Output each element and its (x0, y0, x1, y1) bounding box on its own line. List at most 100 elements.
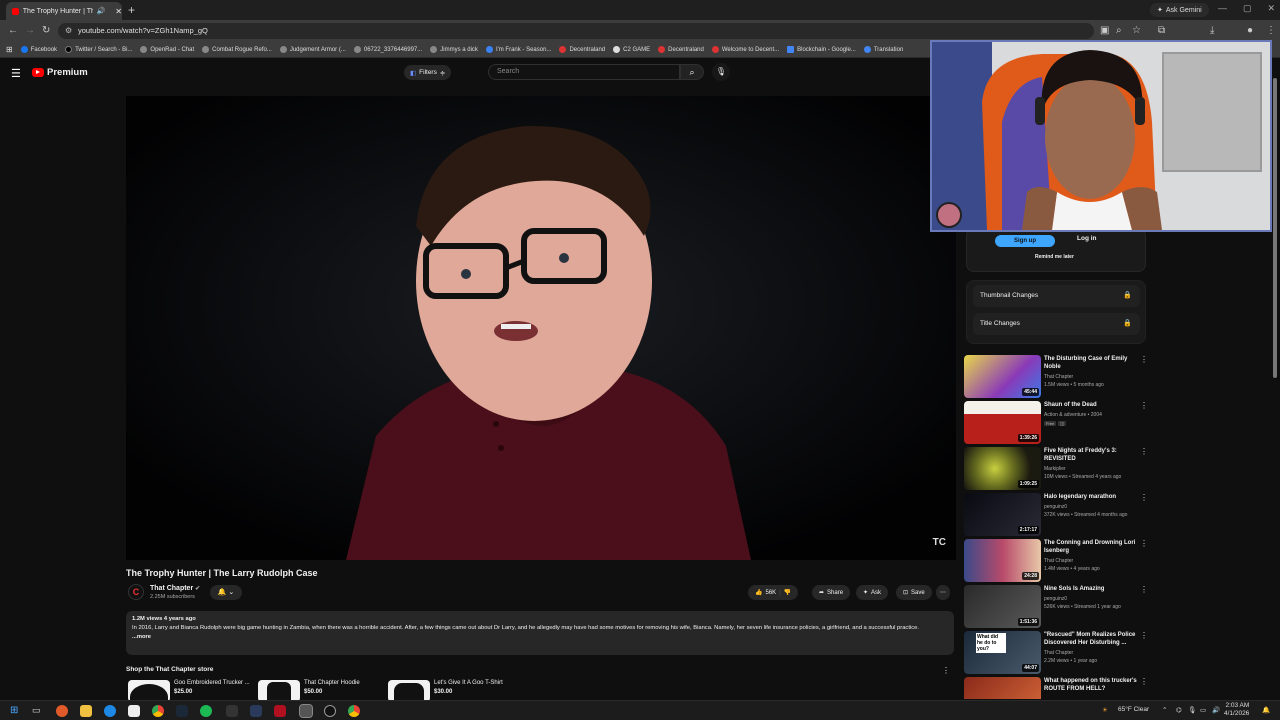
rec-menu-icon[interactable]: ⋮ (1140, 631, 1148, 640)
store-icon[interactable] (128, 705, 140, 717)
show-more-link[interactable]: ...more (132, 633, 948, 642)
more-actions-button[interactable]: ⋯ (936, 585, 950, 600)
file-explorer-icon[interactable] (80, 705, 92, 717)
windows-start-icon[interactable]: ⊞ (10, 705, 22, 717)
task-view-icon[interactable]: ▭ (32, 705, 44, 717)
scrollbar-thumb[interactable] (1273, 78, 1277, 378)
chrome-icon[interactable] (348, 705, 360, 717)
network-icon[interactable]: ⌬ (1176, 706, 1182, 714)
minimize-button[interactable]: — (1218, 3, 1227, 14)
channel-watermark[interactable]: TC (933, 537, 946, 548)
edge-icon[interactable] (104, 705, 116, 717)
obs-icon[interactable] (299, 704, 313, 718)
recommendation-item[interactable]: 24:28 The Conning and Drowning Lori Isen… (964, 539, 1154, 583)
apps-icon[interactable]: ⊞ (6, 45, 13, 54)
clock[interactable]: 2:03 AM 4/1/2026 (1224, 702, 1249, 718)
bookmark-item[interactable]: Translation (863, 46, 903, 53)
close-tab-icon[interactable]: ✕ (115, 7, 122, 16)
notification-icon[interactable]: 🔔 (1262, 706, 1270, 714)
reload-icon[interactable]: ↻ (42, 25, 50, 36)
bookmark-item[interactable]: Facebook (20, 46, 57, 53)
app-icon[interactable] (250, 705, 262, 717)
maximize-button[interactable]: ▢ (1243, 3, 1252, 14)
recommendation-item[interactable]: 45:44 The Disturbing Case of Emily Noble… (964, 355, 1154, 399)
steam-icon[interactable] (176, 705, 188, 717)
forward-icon[interactable]: → (25, 25, 35, 36)
remind-later-link[interactable]: Remind me later (1035, 254, 1074, 260)
weather-text[interactable]: 65°F Clear (1118, 706, 1149, 713)
rec-menu-icon[interactable]: ⋮ (1140, 401, 1148, 410)
browser-menu-icon[interactable]: ⋮ (1266, 25, 1276, 36)
shop-item[interactable]: Goo Embroidered Trucker ... $25.00 (128, 680, 250, 702)
channel-avatar[interactable]: C (128, 584, 144, 600)
zoom-icon[interactable]: ⌕ (1116, 25, 1122, 36)
recommendation-item[interactable]: 2:17:17 Halo legendary marathon penguinz… (964, 493, 1154, 537)
shop-item[interactable]: That Chapter Hoodie $50.00 (258, 680, 360, 702)
video-player[interactable]: TC (126, 96, 956, 560)
youtube-logo[interactable]: Premium (32, 67, 88, 78)
site-info-icon[interactable]: ⚙ (65, 23, 72, 39)
subscribed-bell-button[interactable]: 🔔 ⌄ (210, 585, 242, 600)
bookmark-star-icon[interactable]: ☆ (1132, 25, 1141, 36)
thumbnail-changes-row[interactable]: Thumbnail Changes 🔒 (973, 285, 1140, 307)
filters-button[interactable]: ◧ Filters ≑ (404, 65, 452, 80)
bookmark-item[interactable]: Decentraland (658, 46, 704, 53)
recommendation-item[interactable]: What did he do to you? 44:07 "Rescued" M… (964, 631, 1154, 675)
app-icon[interactable] (324, 705, 336, 717)
menu-icon[interactable]: ☰ (11, 67, 21, 80)
bookmark-item[interactable]: Decentraland (559, 46, 605, 53)
profile-avatar[interactable]: ● (1247, 25, 1253, 36)
bookmark-item[interactable]: OpenRad - Chat (140, 46, 194, 53)
download-icon[interactable]: ⤓ (1210, 25, 1214, 36)
rec-menu-icon[interactable]: ⋮ (1140, 585, 1148, 594)
shop-item[interactable]: Let's Give It A Goo T-Shirt $30.00 (388, 680, 503, 702)
share-button[interactable]: ➦ Share (812, 585, 851, 600)
voice-search-button[interactable]: 🎙 (712, 63, 730, 81)
bookmark-item[interactable]: Twitter / Search - Bi... (65, 46, 132, 53)
bookmark-item[interactable]: Jimmys a dick (430, 46, 478, 53)
install-icon[interactable]: ▣ (1100, 25, 1109, 36)
description-box[interactable]: 1.2M views 4 years ago In 2016, Larry an… (126, 611, 954, 655)
mic-tray-icon[interactable]: 🎙 (1188, 706, 1196, 714)
display-icon[interactable]: ▭ (1200, 706, 1206, 714)
rec-menu-icon[interactable]: ⋮ (1140, 355, 1148, 364)
app-icon[interactable] (56, 705, 68, 717)
extensions-icon[interactable]: ⧉ (1158, 25, 1165, 36)
back-icon[interactable]: ← (8, 25, 18, 36)
recommendation-item[interactable]: 1:09:25 Five Nights at Freddy's 3: REVIS… (964, 447, 1154, 491)
bookmark-item[interactable]: Judgement Armor (... (279, 46, 346, 53)
channel-name[interactable]: That Chapter ✔ (150, 585, 200, 592)
shop-menu-icon[interactable]: ⋮ (942, 666, 950, 675)
thumbs-down-icon[interactable]: 👎 (784, 589, 791, 596)
recommendation-item[interactable]: 1:39:26 Shaun of the Dead Action & adven… (964, 401, 1154, 445)
ask-button[interactable]: ✦ Ask (856, 585, 889, 600)
close-window-button[interactable]: ✕ (1268, 3, 1276, 14)
tab-active[interactable]: The Trophy Hunter | The La... 🔊 ✕ (6, 2, 122, 20)
rec-menu-icon[interactable]: ⋮ (1140, 539, 1148, 548)
search-button[interactable]: ⌕ (680, 64, 704, 80)
bookmark-item[interactable]: Welcome to Decent... (711, 46, 779, 53)
bookmark-item[interactable]: 06722_3376446997... (353, 46, 422, 53)
search-input[interactable]: Search (488, 64, 680, 80)
save-button[interactable]: ⊡ Save (896, 585, 932, 600)
speaker-icon[interactable]: 🔊 (97, 7, 106, 15)
tray-expand-icon[interactable]: ⌃ (1162, 706, 1167, 714)
rec-menu-icon[interactable]: ⋮ (1140, 493, 1148, 502)
volume-icon[interactable]: 🔊 (1212, 706, 1220, 714)
bookmark-item[interactable]: Blockchain - Google... (787, 46, 856, 53)
recommendation-item[interactable]: What happened on this trucker's ROUTE FR… (964, 677, 1154, 699)
log-in-button[interactable]: Log in (1077, 235, 1097, 242)
ask-gemini-button[interactable]: ✦ Ask Gemini (1150, 3, 1209, 17)
page-scrollbar[interactable] (1272, 58, 1278, 388)
rec-menu-icon[interactable]: ⋮ (1140, 447, 1148, 456)
app-icon[interactable] (274, 705, 286, 717)
rec-menu-icon[interactable]: ⋮ (1140, 677, 1148, 686)
url-field[interactable]: ⚙ youtube.com/watch?v=ZGh1Namp_gQ (58, 23, 1094, 39)
recommendation-item[interactable]: 1:51:36 Nine Sols Is Amazing penguinz0 5… (964, 585, 1154, 629)
new-tab-button[interactable]: + (128, 3, 135, 17)
like-button[interactable]: 👍 56K | 👎 (748, 585, 799, 600)
bookmark-item[interactable]: I'm Frank - Season... (485, 46, 551, 53)
title-changes-row[interactable]: Title Changes 🔒 (973, 313, 1140, 335)
spotify-icon[interactable] (200, 705, 212, 717)
bookmark-item[interactable]: Combat Rogue Refo... (202, 46, 272, 53)
